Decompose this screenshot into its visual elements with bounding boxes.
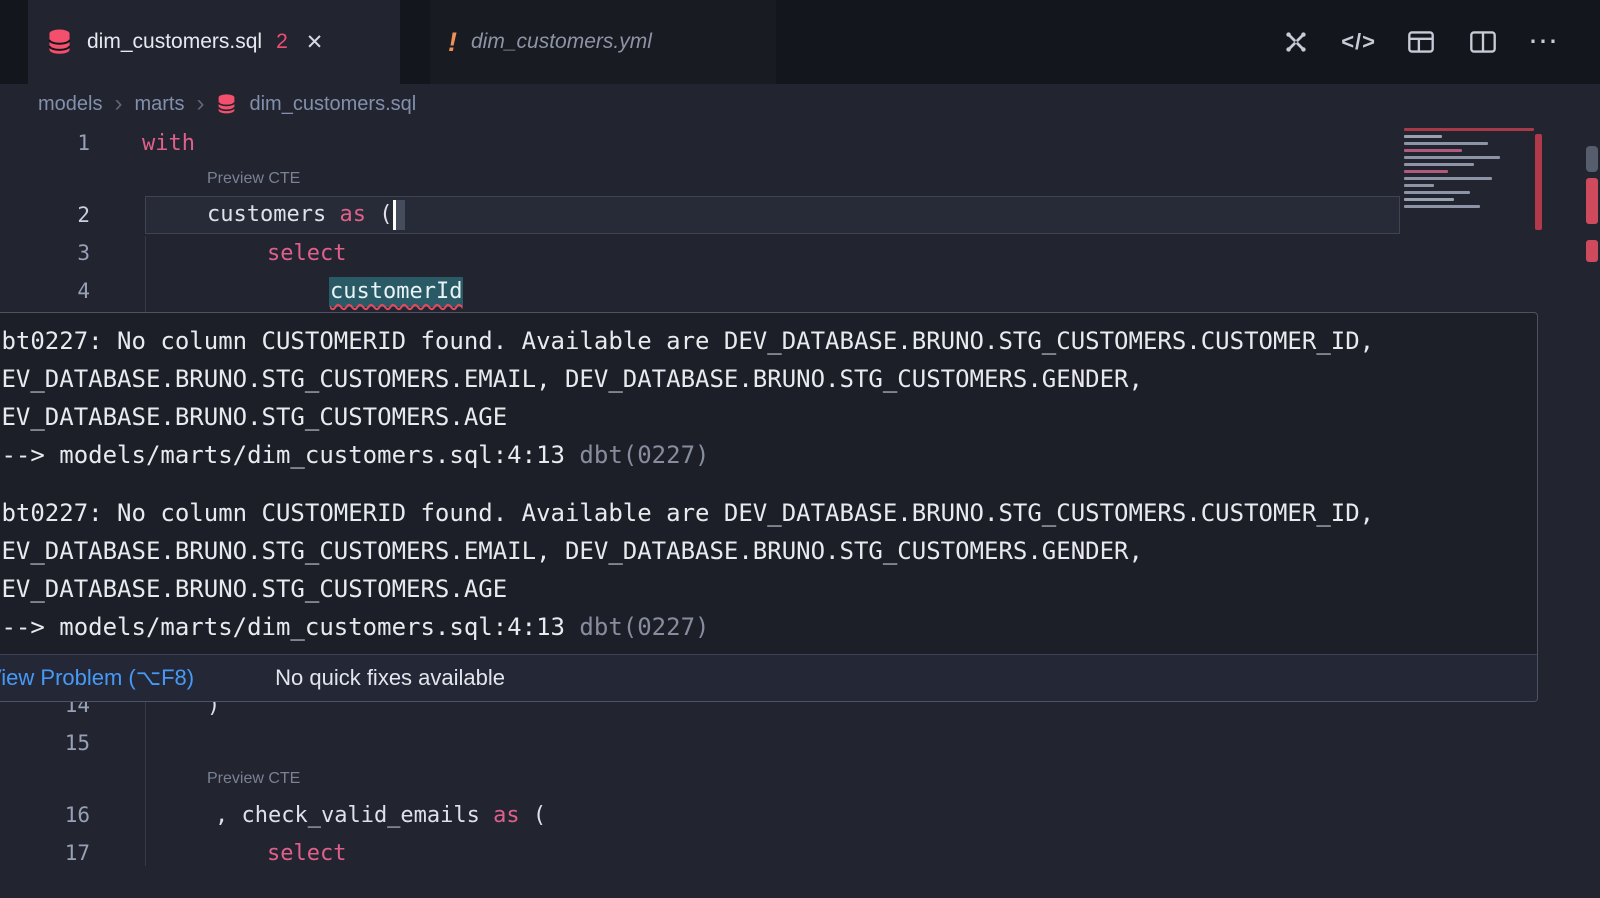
execute-sql-icon[interactable]: [1279, 25, 1313, 59]
line-number: 16: [0, 803, 90, 827]
code-area-lower: 14 ) 15 Preview CTE 16 , check_valid_ema…: [0, 686, 1600, 872]
error-file-location: --> models/marts/dim_customers.sql:4:13: [0, 441, 579, 469]
close-icon[interactable]: ✕: [306, 30, 324, 55]
error-mark-icon: !: [448, 27, 457, 58]
minimap-line: [1404, 163, 1474, 166]
chevron-right-icon: ›: [196, 94, 204, 114]
error-message-line: dbt0227: No column CUSTOMERID found. Ava…: [0, 494, 1529, 532]
sql-keyword: as: [493, 803, 520, 828]
minimap-line: [1404, 170, 1448, 173]
line-number: 17: [0, 841, 90, 865]
breadcrumb-marts[interactable]: marts: [134, 93, 184, 116]
sql-identifier: , check_valid_emails: [215, 803, 493, 828]
tab-title: dim_customers.yml: [471, 30, 652, 54]
minimap-line: [1404, 135, 1442, 138]
dbt-file-icon: [216, 93, 237, 116]
no-quick-fixes-text: No quick fixes available: [275, 665, 505, 691]
line-number: 15: [0, 731, 90, 755]
error-location-line: --> models/marts/dim_customers.sql:4:13 …: [0, 436, 1529, 474]
dbt-file-icon: [46, 28, 73, 57]
editor-actions-toolbar: </> ⋯: [1279, 0, 1600, 84]
sql-keyword: as: [339, 202, 366, 227]
sql-identifier: customers: [207, 202, 339, 227]
error-block-1: dbt0227: No column CUSTOMERID found. Ava…: [0, 322, 1529, 474]
error-message-line: DEV_DATABASE.BRUNO.STG_CUSTOMERS.EMAIL, …: [0, 532, 1529, 570]
code-line-1[interactable]: 1 with: [0, 124, 1600, 162]
code-lens-row: Preview CTE: [0, 162, 1600, 196]
view-problem-link[interactable]: View Problem (⌥F8): [0, 665, 194, 691]
breadcrumb-file[interactable]: dim_customers.sql: [249, 93, 416, 116]
line-number: 1: [0, 131, 90, 155]
line-number: 4: [0, 279, 90, 303]
minimap[interactable]: [1404, 128, 1536, 242]
error-token-customerid[interactable]: customerId: [329, 277, 463, 307]
minimap-line: [1404, 191, 1470, 194]
ruler-error-mark: [1586, 240, 1598, 262]
error-file-location: --> models/marts/dim_customers.sql:4:13: [0, 613, 579, 641]
sql-punctuation: (: [520, 803, 547, 828]
vscode-window: dim_customers.sql 2 ✕ ! dim_customers.ym…: [0, 0, 1600, 898]
scrollbar-thumb[interactable]: [1586, 146, 1598, 172]
minimap-line: [1404, 184, 1434, 187]
error-message-line: DEV_DATABASE.BRUNO.STG_CUSTOMERS.EMAIL, …: [0, 360, 1529, 398]
code-line-2[interactable]: 2 customers as (: [0, 196, 1600, 234]
minimap-line: [1404, 177, 1492, 180]
minimap-line: [1404, 205, 1480, 208]
minimap-line: [1404, 198, 1454, 201]
compiled-code-icon[interactable]: </>: [1341, 29, 1376, 55]
error-messages: dbt0227: No column CUSTOMERID found. Ava…: [0, 313, 1537, 654]
sql-punctuation: (: [366, 202, 393, 227]
ruler-error-mark: [1586, 178, 1598, 224]
error-message-line: DEV_DATABASE.BRUNO.STG_CUSTOMERS.AGE: [0, 398, 1529, 436]
code-area: 1 with Preview CTE 2 customers as ( 3 se…: [0, 124, 1600, 310]
minimap-error-line: [1404, 128, 1534, 131]
problems-count-badge: 2: [276, 30, 288, 54]
code-line-16[interactable]: 16 , check_valid_emails as (: [0, 796, 1600, 834]
sql-keyword: select: [267, 241, 346, 266]
error-block-2: dbt0227: No column CUSTOMERID found. Ava…: [0, 494, 1529, 646]
tab-dim-customers-sql[interactable]: dim_customers.sql 2 ✕: [28, 0, 400, 84]
code-line-15[interactable]: 15: [0, 724, 1600, 762]
minimap-line: [1404, 156, 1500, 159]
error-location-line: --> models/marts/dim_customers.sql:4:13 …: [0, 608, 1529, 646]
tab-bar: dim_customers.sql 2 ✕ ! dim_customers.ym…: [0, 0, 1600, 84]
breadcrumb: models › marts › dim_customers.sql: [0, 84, 1600, 124]
minimap-line: [1404, 142, 1488, 145]
error-code-ref: dbt(0227): [579, 613, 709, 641]
sql-keyword: with: [142, 131, 195, 156]
line-number: 3: [0, 241, 90, 265]
query-results-table-icon[interactable]: [1404, 25, 1438, 59]
more-actions-icon[interactable]: ⋯: [1528, 37, 1558, 47]
breadcrumb-models[interactable]: models: [38, 93, 102, 116]
hover-footer: View Problem (⌥F8) No quick fixes availa…: [0, 654, 1537, 701]
code-line-4[interactable]: 4 customerId: [0, 272, 1600, 310]
error-message-line: DEV_DATABASE.BRUNO.STG_CUSTOMERS.AGE: [0, 570, 1529, 608]
code-lens-preview-cte[interactable]: Preview CTE: [207, 170, 300, 188]
chevron-right-icon: ›: [114, 94, 122, 114]
tab-title: dim_customers.sql: [87, 30, 262, 54]
line-number: 2: [0, 203, 90, 227]
bracket-match-highlight: [396, 200, 405, 230]
minimap-line: [1404, 149, 1462, 152]
code-line-3[interactable]: 3 select: [0, 234, 1600, 272]
tab-dim-customers-yml[interactable]: ! dim_customers.yml: [430, 0, 776, 84]
sql-keyword: select: [267, 841, 346, 866]
code-lens-row: Preview CTE: [0, 762, 1600, 796]
error-code-ref: dbt(0227): [579, 441, 709, 469]
minimap-error-marker: [1535, 134, 1542, 230]
split-editor-icon[interactable]: [1466, 25, 1500, 59]
error-hover-tooltip: dbt0227: No column CUSTOMERID found. Ava…: [0, 312, 1538, 702]
overview-ruler: [1586, 128, 1598, 728]
code-line-17[interactable]: 17 select: [0, 834, 1600, 872]
error-message-line: dbt0227: No column CUSTOMERID found. Ava…: [0, 322, 1529, 360]
code-lens-preview-cte[interactable]: Preview CTE: [207, 770, 300, 788]
